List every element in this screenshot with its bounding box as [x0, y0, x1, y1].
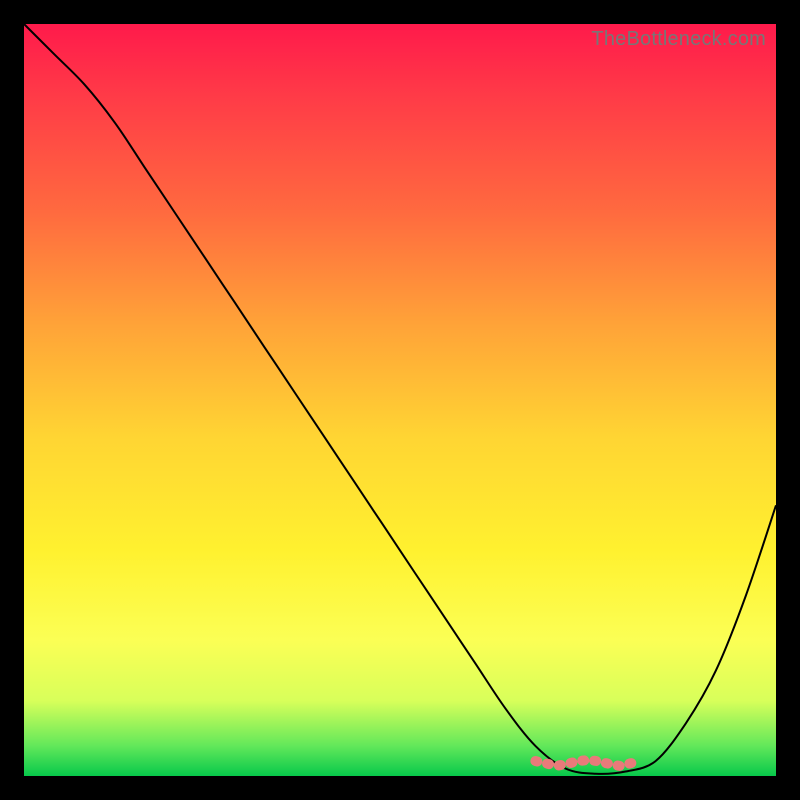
curve-svg [24, 24, 776, 776]
minimum-marker [535, 760, 640, 766]
chart-frame: TheBottleneck.com [0, 0, 800, 800]
plot-area: TheBottleneck.com [24, 24, 776, 776]
bottleneck-curve [24, 24, 776, 774]
